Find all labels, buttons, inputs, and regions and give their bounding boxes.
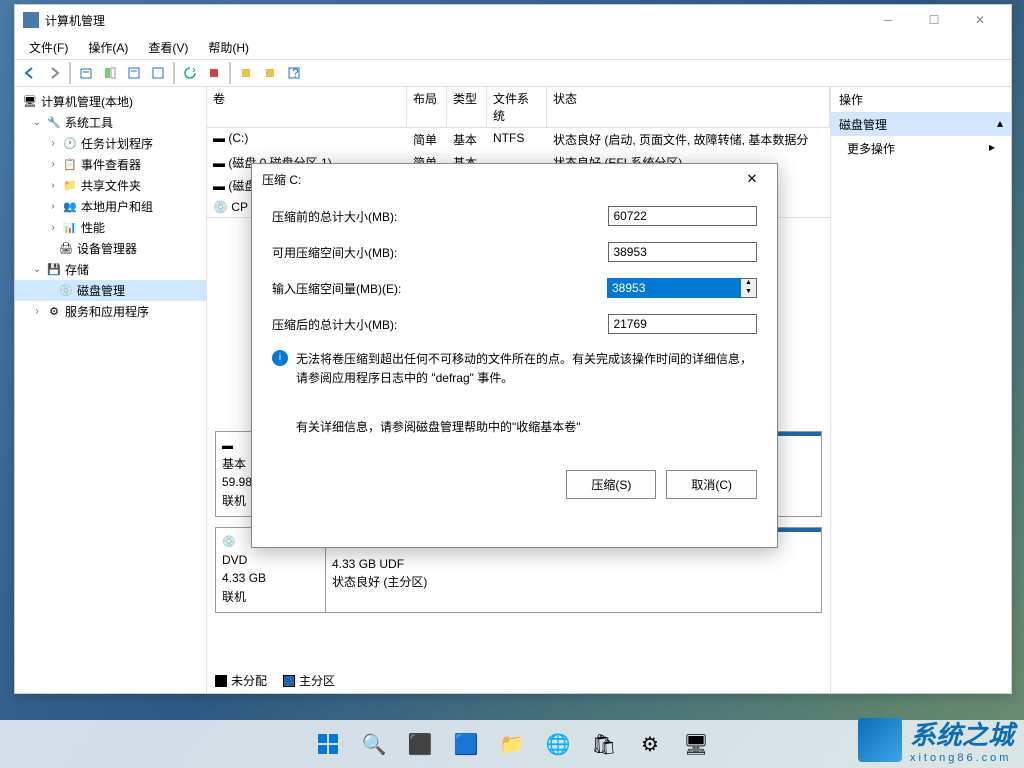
tree-users[interactable]: ›👥本地用户和组 <box>15 196 206 217</box>
titlebar[interactable]: 计算机管理 ─ ☐ ✕ <box>15 5 1011 35</box>
close-button[interactable]: ✕ <box>957 5 1003 35</box>
col-status[interactable]: 状态 <box>547 87 830 127</box>
volume-header: 卷 布局 类型 文件系统 状态 <box>207 87 830 128</box>
svg-text:?: ? <box>292 66 299 80</box>
menu-file[interactable]: 文件(F) <box>19 37 78 58</box>
watermark-logo-icon <box>858 718 902 762</box>
label-total-after: 压缩后的总计大小(MB): <box>272 316 608 333</box>
scheduler-icon: 🕐 <box>62 136 78 152</box>
chevron-up-icon: ▴ <box>997 116 1003 133</box>
dialog-close-button[interactable]: ✕ <box>737 171 767 187</box>
actions-pane: 操作 磁盘管理▴ 更多操作▸ <box>831 87 1011 693</box>
spinner-buttons[interactable]: ▲▼ <box>741 278 757 298</box>
tree-services[interactable]: ›⚙服务和应用程序 <box>15 301 206 322</box>
app-icon[interactable]: 🖥 <box>676 724 716 764</box>
search-icon[interactable]: 🔍 <box>354 724 394 764</box>
dialog-titlebar[interactable]: 压缩 C: ✕ <box>252 164 777 194</box>
store-icon[interactable]: 🛍 <box>584 724 624 764</box>
input-shrink-amount[interactable]: 38953 <box>607 278 741 298</box>
tree-devmgr[interactable]: 🖨设备管理器 <box>15 238 206 259</box>
toolbar: ? <box>15 59 1011 87</box>
tool-button-2[interactable] <box>235 62 257 84</box>
value-total-after: 21769 <box>608 314 757 334</box>
properties-button[interactable] <box>123 62 145 84</box>
tree-storage[interactable]: ⌄💾存储 <box>15 259 206 280</box>
window-title: 计算机管理 <box>45 12 865 29</box>
actions-header: 操作 <box>831 87 1011 113</box>
taskview-icon[interactable]: ⬛ <box>400 724 440 764</box>
event-icon: 📋 <box>62 157 78 173</box>
tree-perf[interactable]: ›📊性能 <box>15 217 206 238</box>
info-text-2: 有关详细信息，请参阅磁盘管理帮助中的"收缩基本卷" <box>296 418 581 437</box>
tree-diskmgmt[interactable]: 💿磁盘管理 <box>15 280 206 301</box>
back-button[interactable] <box>19 62 41 84</box>
tree-task[interactable]: ›🕐任务计划程序 <box>15 133 206 154</box>
shrink-dialog: 压缩 C: ✕ 压缩前的总计大小(MB): 60722 可用压缩空间大小(MB)… <box>251 163 778 548</box>
app-icon <box>23 12 39 28</box>
storage-icon: 💾 <box>46 262 62 278</box>
watermark-title: 系统之城 <box>910 715 1014 752</box>
col-layout[interactable]: 布局 <box>407 87 447 127</box>
device-icon: 🖨 <box>58 241 74 257</box>
tool-button-3[interactable] <box>259 62 281 84</box>
legend-swatch-unalloc <box>215 675 227 687</box>
start-button[interactable] <box>308 724 348 764</box>
perf-icon: 📊 <box>62 220 78 236</box>
shrink-button[interactable]: 压缩(S) <box>566 470 656 499</box>
info-icon: i <box>272 350 288 366</box>
explorer-icon[interactable]: 📁 <box>492 724 532 764</box>
disk-icon: 💿 <box>58 283 74 299</box>
tools-icon: 🔧 <box>46 115 62 131</box>
chevron-right-icon: ▸ <box>989 140 995 157</box>
info-text-1: 无法将卷压缩到超出任何不可移动的文件所在的点。有关完成该操作时间的详细信息，请参… <box>296 350 757 388</box>
legend-swatch-primary <box>283 675 295 687</box>
edge-icon[interactable]: 🌐 <box>538 724 578 764</box>
tree-event[interactable]: ›📋事件查看器 <box>15 154 206 175</box>
spin-up-icon[interactable]: ▲ <box>741 279 756 288</box>
tree-systools[interactable]: ⌄🔧系统工具 <box>15 112 206 133</box>
help-button[interactable]: ? <box>283 62 305 84</box>
col-fs[interactable]: 文件系统 <box>487 87 547 127</box>
refresh-button[interactable] <box>179 62 201 84</box>
volume-row[interactable]: ▬ (C:)简单基本NTFS状态良好 (启动, 页面文件, 故障转储, 基本数据… <box>207 128 830 151</box>
forward-button[interactable] <box>43 62 65 84</box>
services-icon: ⚙ <box>46 304 62 320</box>
settings-icon[interactable]: ⚙ <box>630 724 670 764</box>
export-button[interactable] <box>147 62 169 84</box>
label-available: 可用压缩空间大小(MB): <box>272 244 608 261</box>
users-icon: 👥 <box>62 199 78 215</box>
tool-button-1[interactable] <box>203 62 225 84</box>
maximize-button[interactable]: ☐ <box>911 5 957 35</box>
value-total-before: 60722 <box>608 206 757 226</box>
col-volume[interactable]: 卷 <box>207 87 407 127</box>
value-available: 38953 <box>608 242 757 262</box>
widgets-icon[interactable]: 🟦 <box>446 724 486 764</box>
label-total-before: 压缩前的总计大小(MB): <box>272 208 608 225</box>
spin-down-icon[interactable]: ▼ <box>741 288 756 297</box>
watermark-url: xitong86.com <box>910 752 1014 764</box>
minimize-button[interactable]: ─ <box>865 5 911 35</box>
cancel-button[interactable]: 取消(C) <box>666 470 757 499</box>
dialog-title: 压缩 C: <box>262 171 737 188</box>
col-type[interactable]: 类型 <box>447 87 487 127</box>
tree-root[interactable]: 🖥计算机管理(本地) <box>15 91 206 112</box>
show-hide-tree-button[interactable] <box>99 62 121 84</box>
actions-disk[interactable]: 磁盘管理▴ <box>831 113 1011 136</box>
computer-icon: 🖥 <box>22 94 38 110</box>
up-button[interactable] <box>75 62 97 84</box>
menubar: 文件(F) 操作(A) 查看(V) 帮助(H) <box>15 35 1011 59</box>
actions-more[interactable]: 更多操作▸ <box>831 136 1011 161</box>
legend: 未分配 主分区 <box>215 672 335 689</box>
menu-view[interactable]: 查看(V) <box>138 37 198 58</box>
nav-tree[interactable]: 🖥计算机管理(本地) ⌄🔧系统工具 ›🕐任务计划程序 ›📋事件查看器 ›📁共享文… <box>15 87 207 693</box>
label-shrink-amount: 输入压缩空间量(MB)(E): <box>272 280 607 297</box>
watermark: 系统之城 xitong86.com <box>858 715 1014 764</box>
folder-icon: 📁 <box>62 178 78 194</box>
menu-action[interactable]: 操作(A) <box>78 37 138 58</box>
tree-share[interactable]: ›📁共享文件夹 <box>15 175 206 196</box>
menu-help[interactable]: 帮助(H) <box>198 37 259 58</box>
